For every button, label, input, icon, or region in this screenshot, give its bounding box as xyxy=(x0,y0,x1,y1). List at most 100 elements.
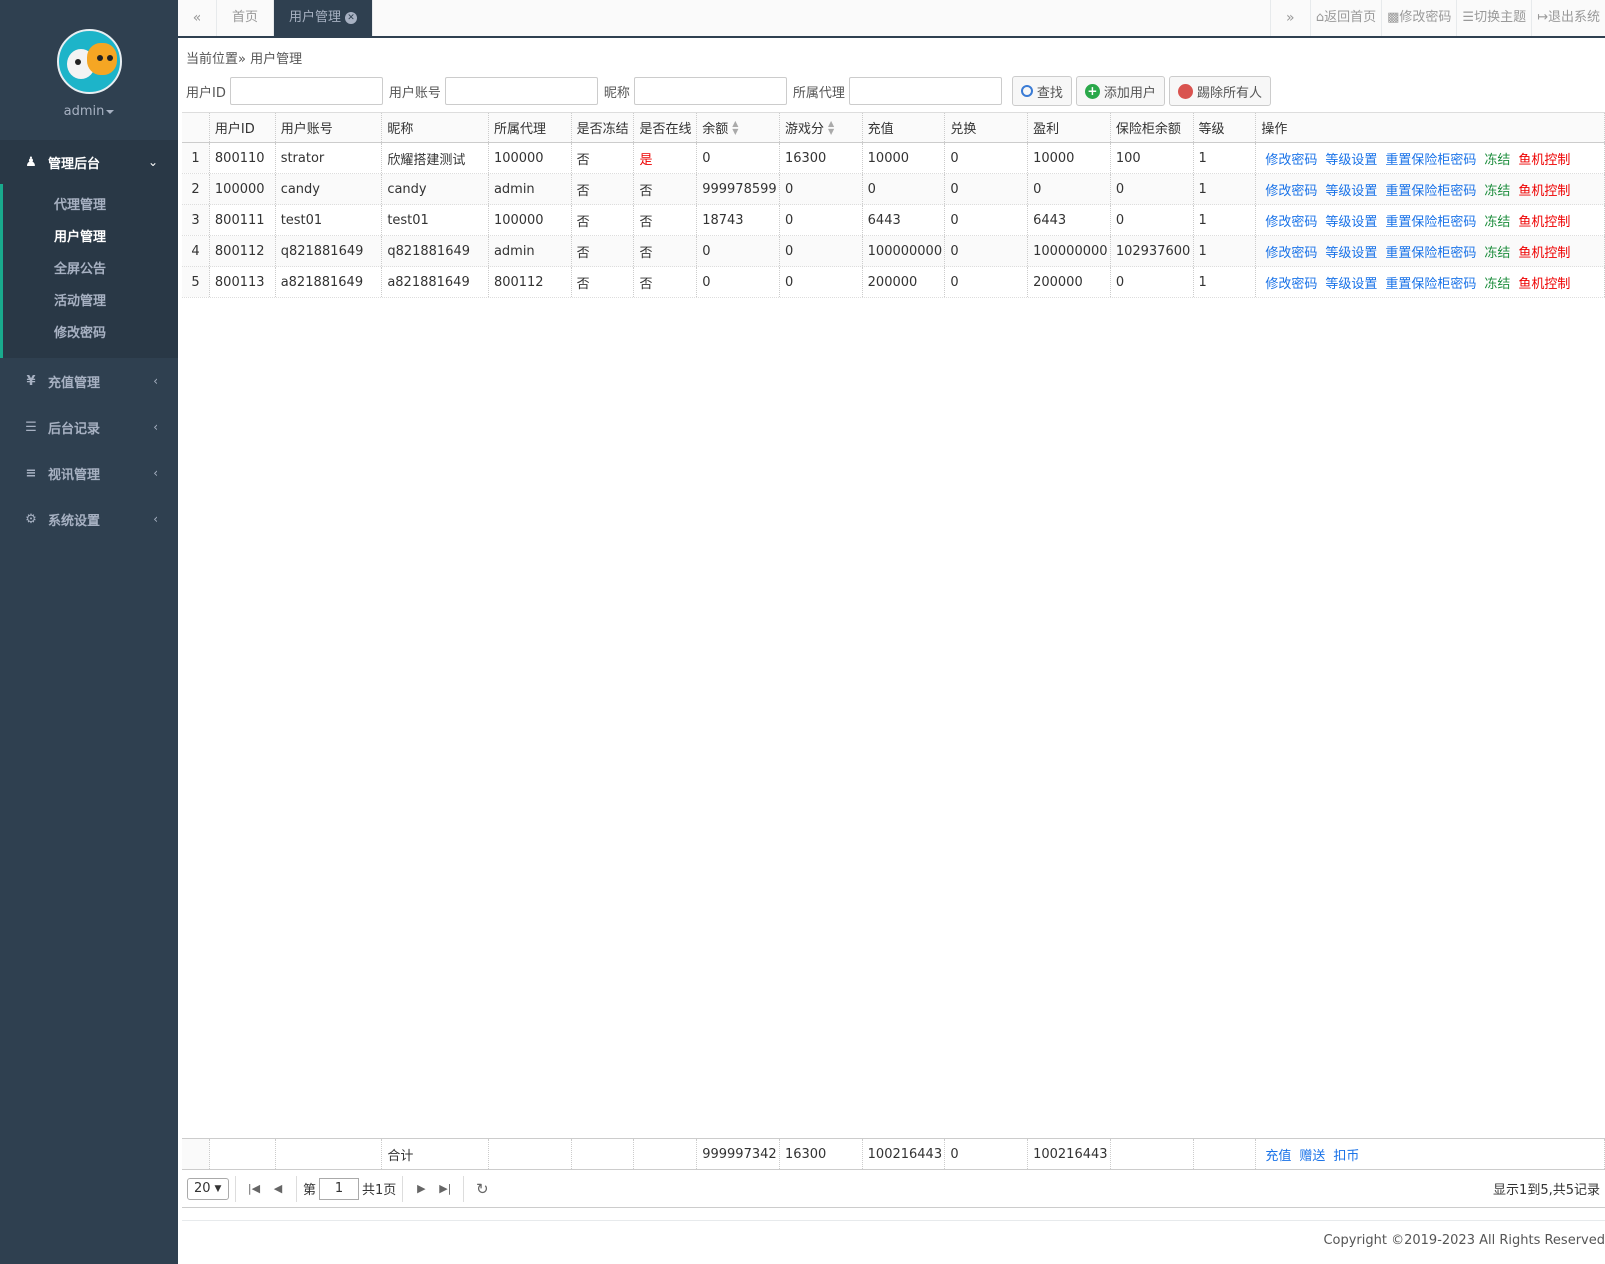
page-size-select[interactable]: 20 ▼ xyxy=(187,1177,229,1200)
level-settings-action[interactable]: 等级设置 xyxy=(1325,273,1377,292)
column-header[interactable]: 兑换 xyxy=(945,113,1029,142)
column-header[interactable]: 保险柜余额 xyxy=(1111,113,1194,142)
column-header[interactable]: 用户ID xyxy=(210,113,276,142)
column-header[interactable]: 昵称 xyxy=(382,113,489,142)
deduct-coins-action[interactable]: 扣币 xyxy=(1333,1145,1359,1164)
user-table: 用户ID 用户账号 昵称 所属代理 是否冻结 是否在线 余额 ▲ ▼ 游戏分 ▲ ▼ 充值 兑换 盈利 保险柜… xyxy=(182,112,1605,1130)
fish-control-action[interactable]: 鱼机控制 xyxy=(1518,211,1570,230)
tab-users[interactable]: 用户管理 ✕ xyxy=(274,0,374,36)
nav-video[interactable]: ≡ 视讯管理 ‹ xyxy=(0,450,178,496)
column-header[interactable]: 等级 xyxy=(1194,113,1257,142)
nav-logs[interactable]: ☰ 后台记录 ‹ xyxy=(0,404,178,450)
table-row[interactable]: 5 800113 a821881649 a821881649 800112 否否 0 0 200… xyxy=(182,267,1605,298)
first-page-button[interactable]: |◀ xyxy=(242,1177,266,1201)
change-password-action[interactable]: 修改密码 xyxy=(1265,211,1317,230)
sort-icon[interactable]: ▲ ▼ xyxy=(828,119,834,136)
column-header[interactable]: 充值 xyxy=(863,113,946,142)
user-menu[interactable]: admin xyxy=(0,104,178,119)
sidebar-item-agents[interactable]: 代理管理 xyxy=(3,190,178,222)
table-cell: candy xyxy=(276,174,383,204)
change-password-action[interactable]: 修改密码 xyxy=(1265,242,1317,261)
sort-icon[interactable]: ▲ ▼ xyxy=(732,119,738,136)
column-header[interactable]: 余额 ▲ ▼ xyxy=(697,113,780,142)
agent-input[interactable] xyxy=(848,77,1002,105)
main-content: 当前位置» 用户管理 用户ID 用户账号 昵称 所属代理 查找 + 添加用户 踢除… xyxy=(182,40,1605,1264)
fish-control-action[interactable]: 鱼机控制 xyxy=(1518,273,1570,292)
user-id-label: 用户ID xyxy=(186,85,226,101)
reset-safe-password-action[interactable]: 重置保险柜密码 xyxy=(1385,180,1476,199)
sidebar-item-users[interactable]: 用户管理 xyxy=(3,222,178,254)
reset-safe-password-action[interactable]: 重置保险柜密码 xyxy=(1385,273,1476,292)
column-header[interactable]: 游戏分 ▲ ▼ xyxy=(780,113,863,142)
sidebar-item-password[interactable]: 修改密码 xyxy=(3,318,178,350)
freeze-action[interactable]: 冻结 xyxy=(1484,180,1510,199)
fish-control-action[interactable]: 鱼机控制 xyxy=(1518,242,1570,261)
switch-theme-link[interactable]: ☰切换主题 xyxy=(1456,0,1531,36)
tab-home[interactable]: 首页 xyxy=(217,0,275,36)
nav-admin-label: 管理后台 xyxy=(48,156,101,172)
change-password-action[interactable]: 修改密码 xyxy=(1265,273,1317,292)
logout-link[interactable]: ↦退出系统 xyxy=(1531,0,1605,36)
row-number: 5 xyxy=(182,267,210,297)
nickname-input[interactable] xyxy=(633,77,787,105)
next-page-button[interactable]: ▶ xyxy=(409,1177,433,1201)
user-id-input[interactable] xyxy=(229,77,383,105)
tab-scroll-left-button[interactable]: « xyxy=(178,0,217,36)
table-row[interactable]: 4 800112 q821881649 q821881649 admin 否否 0 0 1000… xyxy=(182,236,1605,267)
list-icon: ☰ xyxy=(25,419,37,435)
search-button[interactable]: 查找 xyxy=(1011,76,1072,106)
level-settings-action[interactable]: 等级设置 xyxy=(1325,242,1377,261)
freeze-action[interactable]: 冻结 xyxy=(1484,149,1510,168)
last-page-button[interactable]: ▶| xyxy=(433,1177,457,1201)
column-header[interactable]: 是否在线 xyxy=(634,113,698,142)
account-input[interactable] xyxy=(444,77,598,105)
change-password-link[interactable]: ▩修改密码 xyxy=(1381,0,1456,36)
column-header[interactable]: 是否冻结 xyxy=(572,113,635,142)
fish-control-action[interactable]: 鱼机控制 xyxy=(1518,180,1570,199)
level-settings-action[interactable]: 等级设置 xyxy=(1325,180,1377,199)
actions-cell: 修改密码 等级设置 重置保险柜密码 冻结 鱼机控制 xyxy=(1256,143,1605,173)
column-header[interactable]: 盈利 xyxy=(1028,113,1111,142)
table-cell: 0 xyxy=(780,236,863,266)
avatar[interactable] xyxy=(56,29,122,94)
reset-safe-password-action[interactable]: 重置保险柜密码 xyxy=(1385,242,1476,261)
sidebar-item-announcement[interactable]: 全屏公告 xyxy=(3,254,178,286)
table-cell: test01 xyxy=(382,205,489,235)
reset-safe-password-action[interactable]: 重置保险柜密码 xyxy=(1385,149,1476,168)
kick-all-button[interactable]: 踢除所有人 xyxy=(1168,76,1271,106)
gift-action[interactable]: 赠送 xyxy=(1299,1145,1325,1164)
table-row[interactable]: 2 100000 candy candy admin 否否 999978599 0 0 0 0 0 1 修… xyxy=(182,174,1605,205)
account-label: 用户账号 xyxy=(388,85,441,101)
column-header[interactable]: 所属代理 xyxy=(489,113,572,142)
nav-admin[interactable]: ♟ 管理后台 ⌄ xyxy=(0,140,178,184)
back-home-link[interactable]: ⌂返回首页 xyxy=(1309,0,1381,36)
table-row[interactable]: 3 800111 test01 test01 100000 否否 18743 0 6443 0 64… xyxy=(182,205,1605,236)
freeze-action[interactable]: 冻结 xyxy=(1484,211,1510,230)
nav-recharge[interactable]: ¥ 充值管理 ‹ xyxy=(0,358,178,404)
page-info: 显示1到5,共5记录 xyxy=(1493,1183,1600,1198)
nav-settings[interactable]: ⚙ 系统设置 ‹ xyxy=(0,496,178,542)
table-cell: 100000 xyxy=(489,205,572,235)
fish-control-action[interactable]: 鱼机控制 xyxy=(1518,149,1570,168)
freeze-action[interactable]: 冻结 xyxy=(1484,273,1510,292)
reset-safe-password-action[interactable]: 重置保险柜密码 xyxy=(1385,211,1476,230)
freeze-action[interactable]: 冻结 xyxy=(1484,242,1510,261)
column-header[interactable]: 用户账号 xyxy=(276,113,383,142)
close-icon[interactable]: ✕ xyxy=(345,11,358,24)
level-settings-action[interactable]: 等级设置 xyxy=(1325,211,1377,230)
column-header[interactable]: 操作 xyxy=(1256,113,1605,142)
table-cell: 0 xyxy=(697,236,780,266)
page-number-input[interactable]: 1 xyxy=(319,1177,360,1200)
add-user-button[interactable]: + 添加用户 xyxy=(1075,76,1165,106)
sidebar-item-activities[interactable]: 活动管理 xyxy=(3,286,178,318)
pager-divider xyxy=(296,1175,297,1202)
change-password-action[interactable]: 修改密码 xyxy=(1265,180,1317,199)
level-settings-action[interactable]: 等级设置 xyxy=(1325,149,1377,168)
row-number-header[interactable] xyxy=(182,113,210,142)
refresh-icon[interactable]: ↻ xyxy=(470,1177,494,1201)
prev-page-button[interactable]: ◀ xyxy=(266,1177,290,1201)
tab-scroll-right-button[interactable]: » xyxy=(1269,0,1310,36)
change-password-action[interactable]: 修改密码 xyxy=(1265,149,1317,168)
table-row[interactable]: 1 800110 strator 欣耀搭建测试 100000 否是 0 16300 10000 0… xyxy=(182,143,1605,174)
recharge-total-action[interactable]: 充值 xyxy=(1265,1145,1291,1164)
